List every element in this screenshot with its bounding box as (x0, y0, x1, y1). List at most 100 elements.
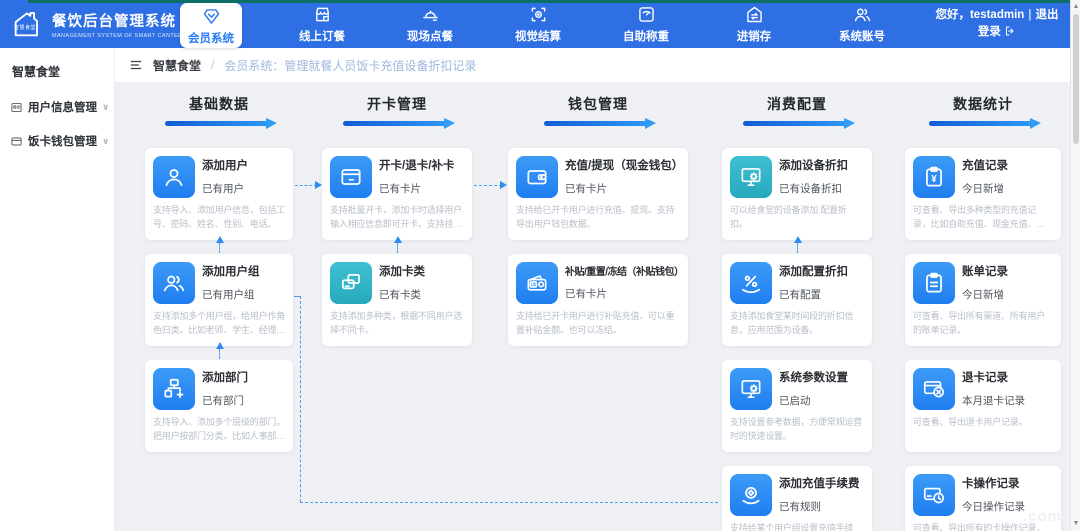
card-subtitle: 已有配置 (779, 289, 821, 301)
card-title: 添加配置折扣 (779, 266, 848, 278)
card-subtitle: 已有卡类 (379, 289, 421, 301)
column-header-wallet-mgmt: 钱包管理 (508, 94, 688, 129)
monitor-gear-icon (730, 156, 772, 198)
breadcrumb-bar: 智慧食堂 / 会员系统：管理就餐人员饭卡充值设备折扣记录 (115, 48, 1070, 82)
card-subtitle: 已有设备折扣 (779, 183, 842, 195)
sidebar-item-label: 用户信息管理 (28, 102, 97, 114)
tab-label: 会员系统 (188, 32, 234, 45)
sidebar-item-card-wallet[interactable]: 饭卡钱包管理 ∨ (0, 124, 114, 158)
tab-inventory[interactable]: 进销存 (726, 0, 782, 48)
greeting-text: 您好，testadmin (935, 8, 1025, 21)
card-system-params[interactable]: 系统参数设置 已启动 支持设置参考数据，方便常规运营时的快速设置。 (722, 360, 872, 452)
card-open-return-reissue[interactable]: 开卡/退卡/补卡 已有卡片 支持批量开卡，添加卡时选择用户输入相应信息即可开卡。… (322, 148, 472, 240)
card-subtitle: 已有用户 (202, 183, 244, 195)
breadcrumb-root[interactable]: 智慧食堂 (153, 57, 201, 74)
card-add-recharge-fee[interactable]: 添加充值手续费 已有规则 支持给某个用户组设置充值手续费，充值途径包含微信充值及… (722, 466, 872, 531)
tab-onsite-ordering[interactable]: 现场点餐 (402, 0, 458, 48)
card-title: 添加充值手续费 (779, 478, 860, 490)
clipboard-yen-icon: ¥ (913, 156, 955, 198)
tab-online-ordering[interactable]: 线上订餐 (294, 0, 350, 48)
connector-group-fee-seg3 (300, 502, 718, 503)
tab-self-weighing[interactable]: 自助称重 (618, 0, 674, 48)
top-nav: 会员系统 线上订餐 现场点餐 视觉结算 自助称重 进销存 系统账号 (170, 0, 930, 48)
svg-text:¥: ¥ (931, 174, 937, 185)
tab-label: 进销存 (736, 31, 772, 43)
collapse-menu-icon[interactable] (129, 58, 143, 72)
wallet-icon (516, 156, 558, 198)
card-add-device-discount[interactable]: 添加设备折扣 已有设备折扣 可以给食堂的设备添加 配置折扣。 (722, 148, 872, 240)
card-subtitle: 已有规则 (779, 501, 821, 513)
card-description: 支持设置参考数据，方便常规运营时的快速设置。 (730, 417, 863, 441)
card-description: 支持导入、添加多个层级的部门，把用户按部门分类。比如人事部… (153, 417, 286, 441)
topbar: 智慧食堂 餐饮后台管理系统 MANAGEMENT SYSTEM OF SMART… (0, 0, 1070, 48)
scroll-down-arrow[interactable]: ▼ (1071, 519, 1080, 529)
card-return-records[interactable]: 退卡记录 本月退卡记录 可查看、导出退卡用户记录。 (905, 360, 1061, 452)
storefront-icon (312, 4, 333, 25)
card-add-user[interactable]: 添加用户 已有用户 支持导入、添加用户信息，包括工号、密码、姓名、性别、电话。 (145, 148, 293, 240)
card-description: 支持添加多种类，根据不同用户选择不同卡。 (330, 311, 463, 335)
monitor-gear-icon (730, 368, 772, 410)
card-stack-icon (330, 262, 372, 304)
card-description: 支持添加多个用户组，给用户作角色归类。比如老师、学生、经理… (153, 311, 286, 335)
card-description: 可以给食堂的设备添加 配置折扣。 (730, 205, 847, 229)
card-description: 支持给已开卡用户进行充值、提现。支持导出用户钱包数据。 (516, 205, 675, 229)
card-icon (330, 156, 372, 198)
card-description: 支持给某个用户组设置充值手续费，充值途径包含微信充值及现… (730, 523, 854, 531)
card-title: 开卡/退卡/补卡 (379, 160, 455, 172)
card-title: 充值/提现（现金钱包） (565, 160, 684, 172)
card-subtitle: 今日新增 (962, 183, 1004, 195)
inventory-icon (744, 4, 765, 25)
tab-member-system[interactable]: 会员系统 (180, 3, 242, 48)
tab-label: 线上订餐 (299, 31, 345, 43)
chevron-down-icon: ∨ (102, 135, 110, 146)
clipboard-lines-icon (913, 262, 955, 304)
tab-system-account[interactable]: 系统账号 (834, 0, 890, 48)
card-subtitle: 今日操作记录 (962, 501, 1025, 513)
card-subtitle: 已有部门 (202, 395, 244, 407)
connector-user-to-card (295, 181, 322, 189)
org-chart-icon (153, 368, 195, 410)
coin-hand-icon (730, 474, 772, 516)
card-recharge-withdraw[interactable]: 充值/提现（现金钱包） 已有卡片 支持给已开卡用户进行充值、提现。支持导出用户钱… (508, 148, 688, 240)
visual-scan-icon (528, 4, 549, 25)
column-header-consume-config: 消费配置 (722, 94, 872, 129)
card-add-user-group[interactable]: 添加用户组 已有用户组 支持添加多个用户组，给用户作角色归类。比如老师、学生、经… (145, 254, 293, 346)
card-add-department[interactable]: 添加部门 已有部门 支持导入、添加多个层级的部门，把用户按部门分类。比如人事部… (145, 360, 293, 452)
scrollbar-thumb[interactable] (1072, 14, 1079, 144)
card-operation-records[interactable]: 卡操作记录 今日操作记录 可查看、导出所有的卡操作记录，包括认证、挂失、退卡、补… (905, 466, 1061, 531)
connector-card-to-wallet (474, 181, 507, 189)
card-recharge-records[interactable]: ¥ 充值记录 今日新增 可查看、导出多种类型的充值记录，比如自助充值、现金充值、… (905, 148, 1061, 240)
vertical-scrollbar[interactable]: ▲ ▼ (1070, 0, 1080, 531)
connector-group-to-user (215, 236, 224, 253)
card-title: 添加卡类 (379, 266, 425, 278)
sidebar-item-user-info[interactable]: 用户信息管理 ∨ (0, 90, 114, 124)
card-add-card-type[interactable]: 添加卡类 已有卡类 支持添加多种类，根据不同用户选择不同卡。 (322, 254, 472, 346)
card-description: 可查看、导出所有的卡操作记录，包括认证、挂失、退卡、补卡。 (913, 523, 1046, 531)
tab-label: 视觉结算 (515, 31, 561, 43)
card-subtitle: 本月退卡记录 (962, 395, 1025, 407)
card-add-config-discount[interactable]: 添加配置折扣 已有配置 支持添加食堂某时间段的折扣信息，应用范围为设备。 (722, 254, 872, 346)
card-subtitle: 已有卡片 (565, 183, 607, 195)
card-title: 添加部门 (202, 372, 248, 384)
top-accent-strip (28, 0, 1070, 3)
logo-badge-text: 智慧食堂 (14, 25, 37, 31)
sidebar-item-label: 饭卡钱包管理 (28, 136, 97, 148)
header-arrow (544, 118, 656, 129)
card-title: 补贴/重置/冻结（补贴钱包） (565, 267, 684, 278)
tab-visual-checkout[interactable]: 视觉结算 (510, 0, 566, 48)
percent-hand-icon (730, 262, 772, 304)
breadcrumb-separator: / (211, 58, 215, 72)
svg-text:补: 补 (530, 281, 536, 288)
card-title: 卡操作记录 (962, 478, 1020, 490)
sidebar: 智慧食堂 用户信息管理 ∨ 饭卡钱包管理 ∨ (0, 48, 115, 531)
card-bill-records[interactable]: 账单记录 今日新增 可查看、导出所有渠道、所有用户的账单记录。 (905, 254, 1061, 346)
header-arrow (743, 118, 855, 129)
card-subsidy-reset-freeze[interactable]: 补 补贴/重置/冻结（补贴钱包） 已有卡片 支持给已开卡用户进行补贴充值、可以重… (508, 254, 688, 346)
gem-icon (201, 6, 222, 27)
scroll-up-arrow[interactable]: ▲ (1071, 2, 1080, 12)
card-title: 添加设备折扣 (779, 160, 848, 172)
card-subtitle: 已有卡片 (379, 183, 421, 195)
tab-label: 系统账号 (839, 31, 885, 43)
header-arrow (343, 118, 455, 129)
card-title: 添加用户组 (202, 266, 260, 278)
